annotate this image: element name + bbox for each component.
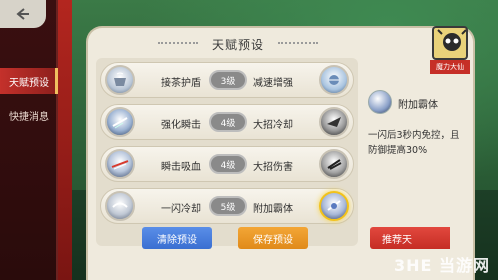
talent-name: 减速增强 (253, 78, 293, 89)
talent-level-badge: 4级 (209, 154, 247, 174)
hero-card[interactable]: 魔力大仙 (430, 26, 470, 78)
shield-tea-icon[interactable] (105, 65, 135, 95)
hero-name-label: 魔力大仙 (430, 60, 470, 74)
slow-boost-icon[interactable] (319, 65, 349, 95)
talent-row: 接茶护盾 3级 减速增强 (100, 62, 354, 98)
sidebar-item-talent-preset[interactable]: 天赋预设 (0, 68, 58, 94)
talent-level-badge: 5级 (209, 196, 247, 216)
ultimate-cooldown-icon[interactable] (319, 107, 349, 137)
panel-title: 天赋预设 (211, 38, 264, 52)
detail-description: 一闪后3秒内免控，且防御提高30% (368, 130, 460, 156)
talent-row: 瞬击吸血 4级 大招伤害 (100, 146, 354, 182)
talent-list: 接茶护盾 3级 减速增强 强化瞬击 4级 大招冷却 瞬击吸血 4级 大招伤害 一… (96, 58, 358, 246)
recommended-talent-button[interactable]: 推荐天 (370, 227, 450, 249)
sidebar-item-quick-message[interactable]: 快捷消息 (0, 102, 58, 128)
super-armor-icon[interactable] (319, 191, 349, 221)
strike-icon[interactable] (105, 107, 135, 137)
talent-detail: 附加霸体 一闪后3秒内免控，且防御提高30% (364, 82, 464, 222)
detail-talent-name: 附加霸体 (398, 100, 438, 111)
talent-name: 附加霸体 (253, 204, 293, 215)
talent-row: 一闪冷却 5级 附加霸体 (100, 188, 354, 224)
clear-preset-button[interactable]: 清除预设 (142, 227, 212, 249)
site-watermark: 3HE 当游网 (393, 256, 490, 275)
talent-level-badge: 3级 (209, 70, 247, 90)
talent-name: 接茶护盾 (161, 78, 201, 89)
back-button[interactable] (0, 0, 46, 28)
save-preset-button[interactable]: 保存预设 (238, 227, 308, 249)
talent-name: 大招伤害 (253, 162, 293, 173)
talent-name: 强化瞬击 (161, 120, 201, 131)
talent-level-badge: 4级 (209, 112, 247, 132)
talent-row: 强化瞬击 4级 大招冷却 (100, 104, 354, 140)
decorative-stripe (58, 0, 72, 280)
sidebar-item-label: 快捷消息 (9, 111, 49, 123)
talent-name: 大招冷却 (253, 120, 293, 131)
ultimate-damage-icon[interactable] (319, 149, 349, 179)
talent-name: 瞬击吸血 (161, 162, 201, 173)
super-armor-icon (368, 90, 392, 114)
sidebar: 天赋预设 快捷消息 (0, 0, 58, 280)
sidebar-item-label: 天赋预设 (9, 77, 49, 89)
talent-name: 一闪冷却 (161, 204, 201, 215)
lifesteal-icon[interactable] (105, 149, 135, 179)
title-divider (278, 42, 318, 44)
talent-preset-panel: 天赋预设 接茶护盾 3级 减速增强 强化瞬击 4级 大招冷却 瞬击吸血 4级 大… (88, 28, 473, 280)
flash-cooldown-icon[interactable] (105, 191, 135, 221)
back-arrow-icon (16, 8, 29, 20)
hero-portrait (432, 26, 468, 60)
